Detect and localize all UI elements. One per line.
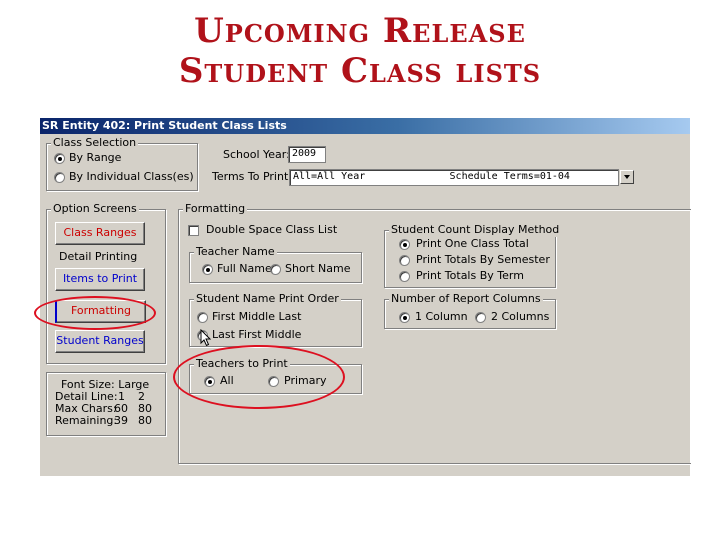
one-class-total-radio[interactable] (399, 239, 410, 250)
by-individual-radio[interactable] (54, 172, 65, 183)
short-name-radio[interactable] (270, 264, 281, 275)
mouse-cursor-icon (200, 329, 212, 347)
first-middle-last-label[interactable]: First Middle Last (212, 310, 301, 324)
slide-title-line1: Upcoming Release (194, 11, 526, 51)
totals-by-term-radio[interactable] (399, 271, 410, 282)
student-name-order-group: Student Name Print Order First Middle La… (189, 292, 362, 347)
totals-by-semester-radio[interactable] (399, 255, 410, 266)
two-columns-label[interactable]: 2 Columns (491, 310, 549, 324)
by-individual-label[interactable]: By Individual Class(es) (69, 170, 194, 184)
school-year-field[interactable]: 2009 (288, 146, 326, 163)
totals-by-semester-label[interactable]: Print Totals By Semester (416, 253, 550, 267)
student-count-label: Student Count Display Method (389, 223, 562, 237)
option-screens-group: Option Screens Class Ranges Detail Print… (46, 202, 166, 364)
first-middle-last-radio[interactable] (197, 312, 208, 323)
one-column-label[interactable]: 1 Column (415, 310, 468, 324)
double-space-checkbox[interactable] (188, 225, 199, 236)
option-screens-label: Option Screens (51, 202, 139, 216)
student-name-order-label: Student Name Print Order (194, 292, 341, 306)
font-info-panel: Font Size: Large Detail Line: 1 2 Max Ch… (46, 372, 166, 436)
one-column-radio[interactable] (399, 312, 410, 323)
totals-by-term-label[interactable]: Print Totals By Term (416, 269, 524, 283)
class-ranges-button[interactable]: Class Ranges (55, 222, 145, 245)
remaining-b: 80 (138, 414, 152, 427)
full-name-radio[interactable] (202, 264, 213, 275)
last-first-middle-label[interactable]: Last First Middle (212, 328, 301, 342)
class-selection-group: Class Selection By Range By Individual C… (46, 136, 198, 191)
class-selection-label: Class Selection (51, 136, 139, 150)
terms-label: Terms To Print: (212, 170, 292, 183)
double-space-label[interactable]: Double Space Class List (206, 223, 337, 237)
full-name-label[interactable]: Full Name (217, 262, 272, 276)
student-ranges-button[interactable]: Student Ranges (55, 330, 145, 353)
report-columns-group: Number of Report Columns 1 Column 2 Colu… (384, 292, 556, 329)
remaining-label: Remaining: (55, 414, 118, 427)
formatting-group: Formatting Double Space Class List Teach… (178, 202, 691, 464)
teachers-highlight-ellipse (173, 345, 345, 409)
formatting-label: Formatting (183, 202, 248, 216)
detail-printing-label: Detail Printing (59, 250, 138, 263)
by-range-radio[interactable] (54, 153, 65, 164)
print-class-lists-window: SR Entity 402: Print Student Class Lists… (40, 118, 691, 476)
one-class-total-label[interactable]: Print One Class Total (416, 237, 529, 251)
remaining-a: 39 (114, 414, 128, 427)
school-year-label: School Year: (223, 148, 290, 161)
two-columns-radio[interactable] (475, 312, 486, 323)
items-to-print-button[interactable]: Items to Print (55, 268, 145, 291)
report-columns-label: Number of Report Columns (389, 292, 543, 306)
terms-dropdown-arrow-icon[interactable] (620, 170, 634, 184)
student-count-group: Student Count Display Method Print One C… (384, 223, 562, 288)
terms-field[interactable]: All=All Year Schedule Terms=01-04 (289, 169, 619, 186)
teacher-name-group: Teacher Name Full Name Short Name (189, 245, 362, 283)
formatting-highlight-ellipse (34, 296, 156, 330)
slide-title-line2: Student Class lists (178, 51, 542, 91)
window-title: SR Entity 402: Print Student Class Lists (40, 118, 690, 134)
teacher-name-label: Teacher Name (194, 245, 277, 259)
short-name-label[interactable]: Short Name (285, 262, 350, 276)
by-range-label[interactable]: By Range (69, 151, 121, 165)
